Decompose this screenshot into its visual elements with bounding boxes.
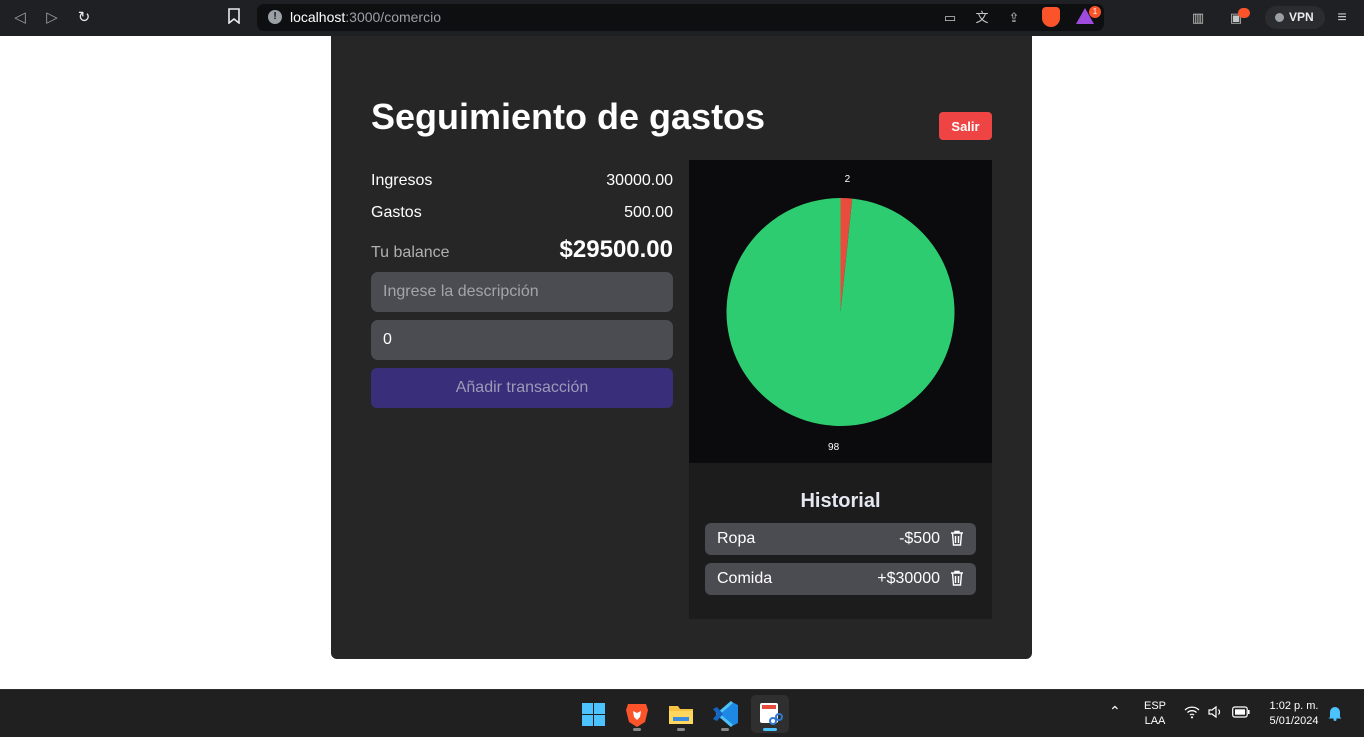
trash-icon[interactable] <box>950 530 964 546</box>
amount-input[interactable] <box>371 320 673 360</box>
vpn-label: VPN <box>1289 10 1314 24</box>
running-indicator <box>677 728 685 731</box>
balance-value: $29500.00 <box>559 236 673 263</box>
vpn-status-icon <box>1275 13 1284 22</box>
history-title: Historial <box>800 490 881 512</box>
language-code: ESP <box>1143 700 1166 712</box>
notification-bell-icon[interactable] <box>1328 705 1342 726</box>
history-item-description: Comida <box>717 570 773 587</box>
taskbar-brave[interactable] <box>618 695 656 733</box>
url-path: :3000/comercio <box>345 9 441 25</box>
share-icon[interactable]: ⇪ <box>1004 8 1024 28</box>
history-item-description: Ropa <box>717 530 756 547</box>
income-label: Ingresos <box>371 172 433 189</box>
bookmark-icon[interactable] <box>224 8 244 28</box>
battery-icon[interactable] <box>1232 706 1250 723</box>
taskbar-snipping-tool[interactable] <box>751 695 789 733</box>
description-input[interactable] <box>371 272 673 312</box>
history-item-amount: +$30000 <box>877 570 940 587</box>
translate-icon[interactable]: 文 <box>972 8 992 28</box>
history-panel: Historial Ropa -$500 Comida +$30000 <box>689 463 992 619</box>
url-host: localhost <box>290 9 346 25</box>
income-value: 30000.00 <box>606 172 673 189</box>
reload-icon[interactable]: ↻ <box>74 8 94 28</box>
taskbar: ⌃ ESP LAA 1:02 p. m. 5/01/2024 <box>0 689 1364 737</box>
pie-data-label: 2 <box>845 174 851 185</box>
taskbar-file-explorer[interactable] <box>662 695 700 733</box>
wifi-icon[interactable] <box>1184 705 1200 724</box>
expense-row: Gastos 500.00 <box>371 204 673 222</box>
brave-shields-icon[interactable] <box>1042 7 1060 27</box>
running-indicator <box>633 728 641 731</box>
forward-icon[interactable]: ▷ <box>42 8 62 28</box>
history-item: Ropa -$500 <box>705 523 976 555</box>
cast-icon[interactable]: ▭ <box>940 8 960 28</box>
back-icon[interactable]: ◁ <box>10 8 30 28</box>
keyboard-layout: LAA <box>1144 715 1166 727</box>
clock-time: 1:02 p. m. <box>1269 700 1319 712</box>
history-item: Comida +$30000 <box>705 563 976 595</box>
pie-slice <box>726 198 955 426</box>
browser-toolbar: ◁ ▷ ↻ ! localhost:3000/comercio ▭ 文 ⇪ 1 … <box>0 0 1364 36</box>
url-text[interactable]: localhost:3000/comercio <box>290 9 441 25</box>
running-indicator <box>721 728 729 731</box>
balance-label: Tu balance <box>371 244 450 261</box>
rewards-badge: 1 <box>1089 6 1101 18</box>
pie-chart-panel: 2 98 <box>689 160 992 463</box>
start-button[interactable] <box>575 695 613 733</box>
pie-data-label: 98 <box>828 442 840 453</box>
tray-overflow-chevron-icon[interactable]: ⌃ <box>1109 704 1121 719</box>
language-indicator[interactable]: ESP LAA <box>1140 699 1170 729</box>
add-transaction-button[interactable]: Añadir transacción <box>371 368 673 408</box>
expense-value: 500.00 <box>624 204 673 221</box>
clock-date: 5/01/2024 <box>1269 715 1319 727</box>
windows-icon <box>582 703 605 726</box>
trash-icon[interactable] <box>950 570 964 586</box>
income-row: Ingresos 30000.00 <box>371 172 673 190</box>
wallet-notification-dot <box>1238 8 1250 18</box>
running-indicator <box>763 728 777 731</box>
site-info-icon[interactable]: ! <box>268 10 282 24</box>
expense-label: Gastos <box>371 204 422 221</box>
clock[interactable]: 1:02 p. m. 5/01/2024 <box>1262 699 1326 729</box>
taskbar-vscode[interactable] <box>706 695 744 733</box>
vpn-button[interactable]: VPN <box>1265 6 1325 29</box>
history-item-amount: -$500 <box>899 530 940 547</box>
menu-icon[interactable]: ≡ <box>1332 8 1352 28</box>
sidebar-icon[interactable]: ▥ <box>1188 8 1208 28</box>
volume-icon[interactable] <box>1208 705 1224 724</box>
page-title: Seguimiento de gastos <box>371 96 766 137</box>
logout-button[interactable]: Salir <box>939 112 992 140</box>
balance-row: Tu balance $29500.00 <box>371 236 673 264</box>
expense-tracker-card: Seguimiento de gastos Salir Ingresos 300… <box>331 36 1032 659</box>
pie-chart: 2 98 <box>726 174 955 453</box>
